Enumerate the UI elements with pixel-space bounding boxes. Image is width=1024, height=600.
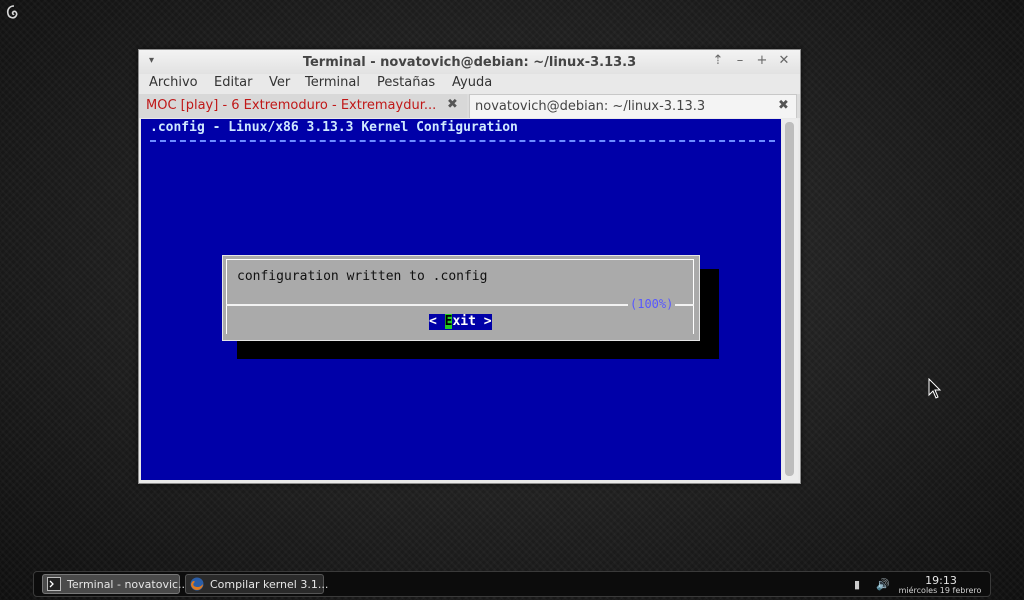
menubar: Archivo Editar Ver Terminal Pestañas Ayu… — [139, 74, 800, 94]
minimize-icon[interactable]: – — [732, 53, 748, 69]
window-title: Terminal - novatovich@debian: ~/linux-3.… — [302, 55, 637, 70]
mouse-cursor-icon — [928, 378, 942, 399]
dialog-separator — [226, 304, 694, 306]
menu-pestanas[interactable]: Pestañas — [377, 75, 435, 90]
progress-percent: (100%) — [628, 297, 676, 311]
menu-ayuda[interactable]: Ayuda — [452, 75, 492, 90]
menuconfig-title: .config - Linux/x86 3.13.3 Kernel Config… — [150, 120, 518, 135]
taskbar: Terminal - novatovic... Compilar kernel … — [33, 571, 991, 597]
tab-bar: MOC [play] - 6 Extremoduro - Extremaydur… — [139, 94, 800, 118]
exit-button-left: < — [429, 314, 445, 329]
terminal-screen[interactable]: .config - Linux/x86 3.13.3 Kernel Config… — [141, 119, 781, 480]
window-titlebar[interactable]: ▾ Terminal - novatovich@debian: ~/linux-… — [139, 50, 800, 74]
tab-close-icon[interactable]: ✖ — [778, 98, 789, 113]
clock-date[interactable]: miércoles 19 febrero — [894, 586, 986, 595]
title-rule — [150, 140, 775, 142]
exit-button[interactable]: < Exit > — [429, 314, 492, 330]
network-icon[interactable]: ▮ — [854, 578, 860, 591]
maximize-icon[interactable]: + — [754, 53, 770, 69]
window-up-icon[interactable]: ⇡ — [710, 53, 726, 69]
scrollbar-thumb[interactable] — [785, 122, 794, 476]
config-dialog: configuration written to .config (100%) … — [222, 255, 700, 341]
debian-logo-icon — [6, 5, 18, 19]
menu-terminal[interactable]: Terminal — [305, 75, 360, 90]
terminal-window: ▾ Terminal - novatovich@debian: ~/linux-… — [138, 49, 801, 484]
tab-label: MOC [play] - 6 Extremoduro - Extremaydur… — [146, 98, 437, 113]
menu-editar[interactable]: Editar — [214, 75, 253, 90]
menu-ver[interactable]: Ver — [269, 75, 290, 90]
taskbar-item-label: Compilar kernel 3.1... — [210, 578, 329, 591]
tab-label: novatovich@debian: ~/linux-3.13.3 — [475, 99, 706, 114]
taskbar-item-firefox[interactable]: Compilar kernel 3.1... — [185, 574, 328, 594]
dialog-message: configuration written to .config — [237, 269, 488, 284]
taskbar-item-label: Terminal - novatovic... — [67, 578, 189, 591]
terminal-scrollbar[interactable] — [782, 119, 798, 480]
terminal-icon — [47, 577, 61, 591]
exit-button-rest: xit > — [452, 314, 492, 329]
tab-linux[interactable]: novatovich@debian: ~/linux-3.13.3 ✖ — [469, 94, 797, 118]
firefox-icon — [190, 577, 204, 591]
taskbar-item-terminal[interactable]: Terminal - novatovic... — [42, 574, 189, 594]
volume-icon[interactable]: 🔊 — [876, 578, 890, 591]
tab-close-icon[interactable]: ✖ — [447, 97, 458, 112]
tab-moc[interactable]: MOC [play] - 6 Extremoduro - Extremaydur… — [139, 94, 467, 118]
menu-archivo[interactable]: Archivo — [149, 75, 198, 90]
close-icon[interactable]: ✕ — [776, 53, 792, 69]
